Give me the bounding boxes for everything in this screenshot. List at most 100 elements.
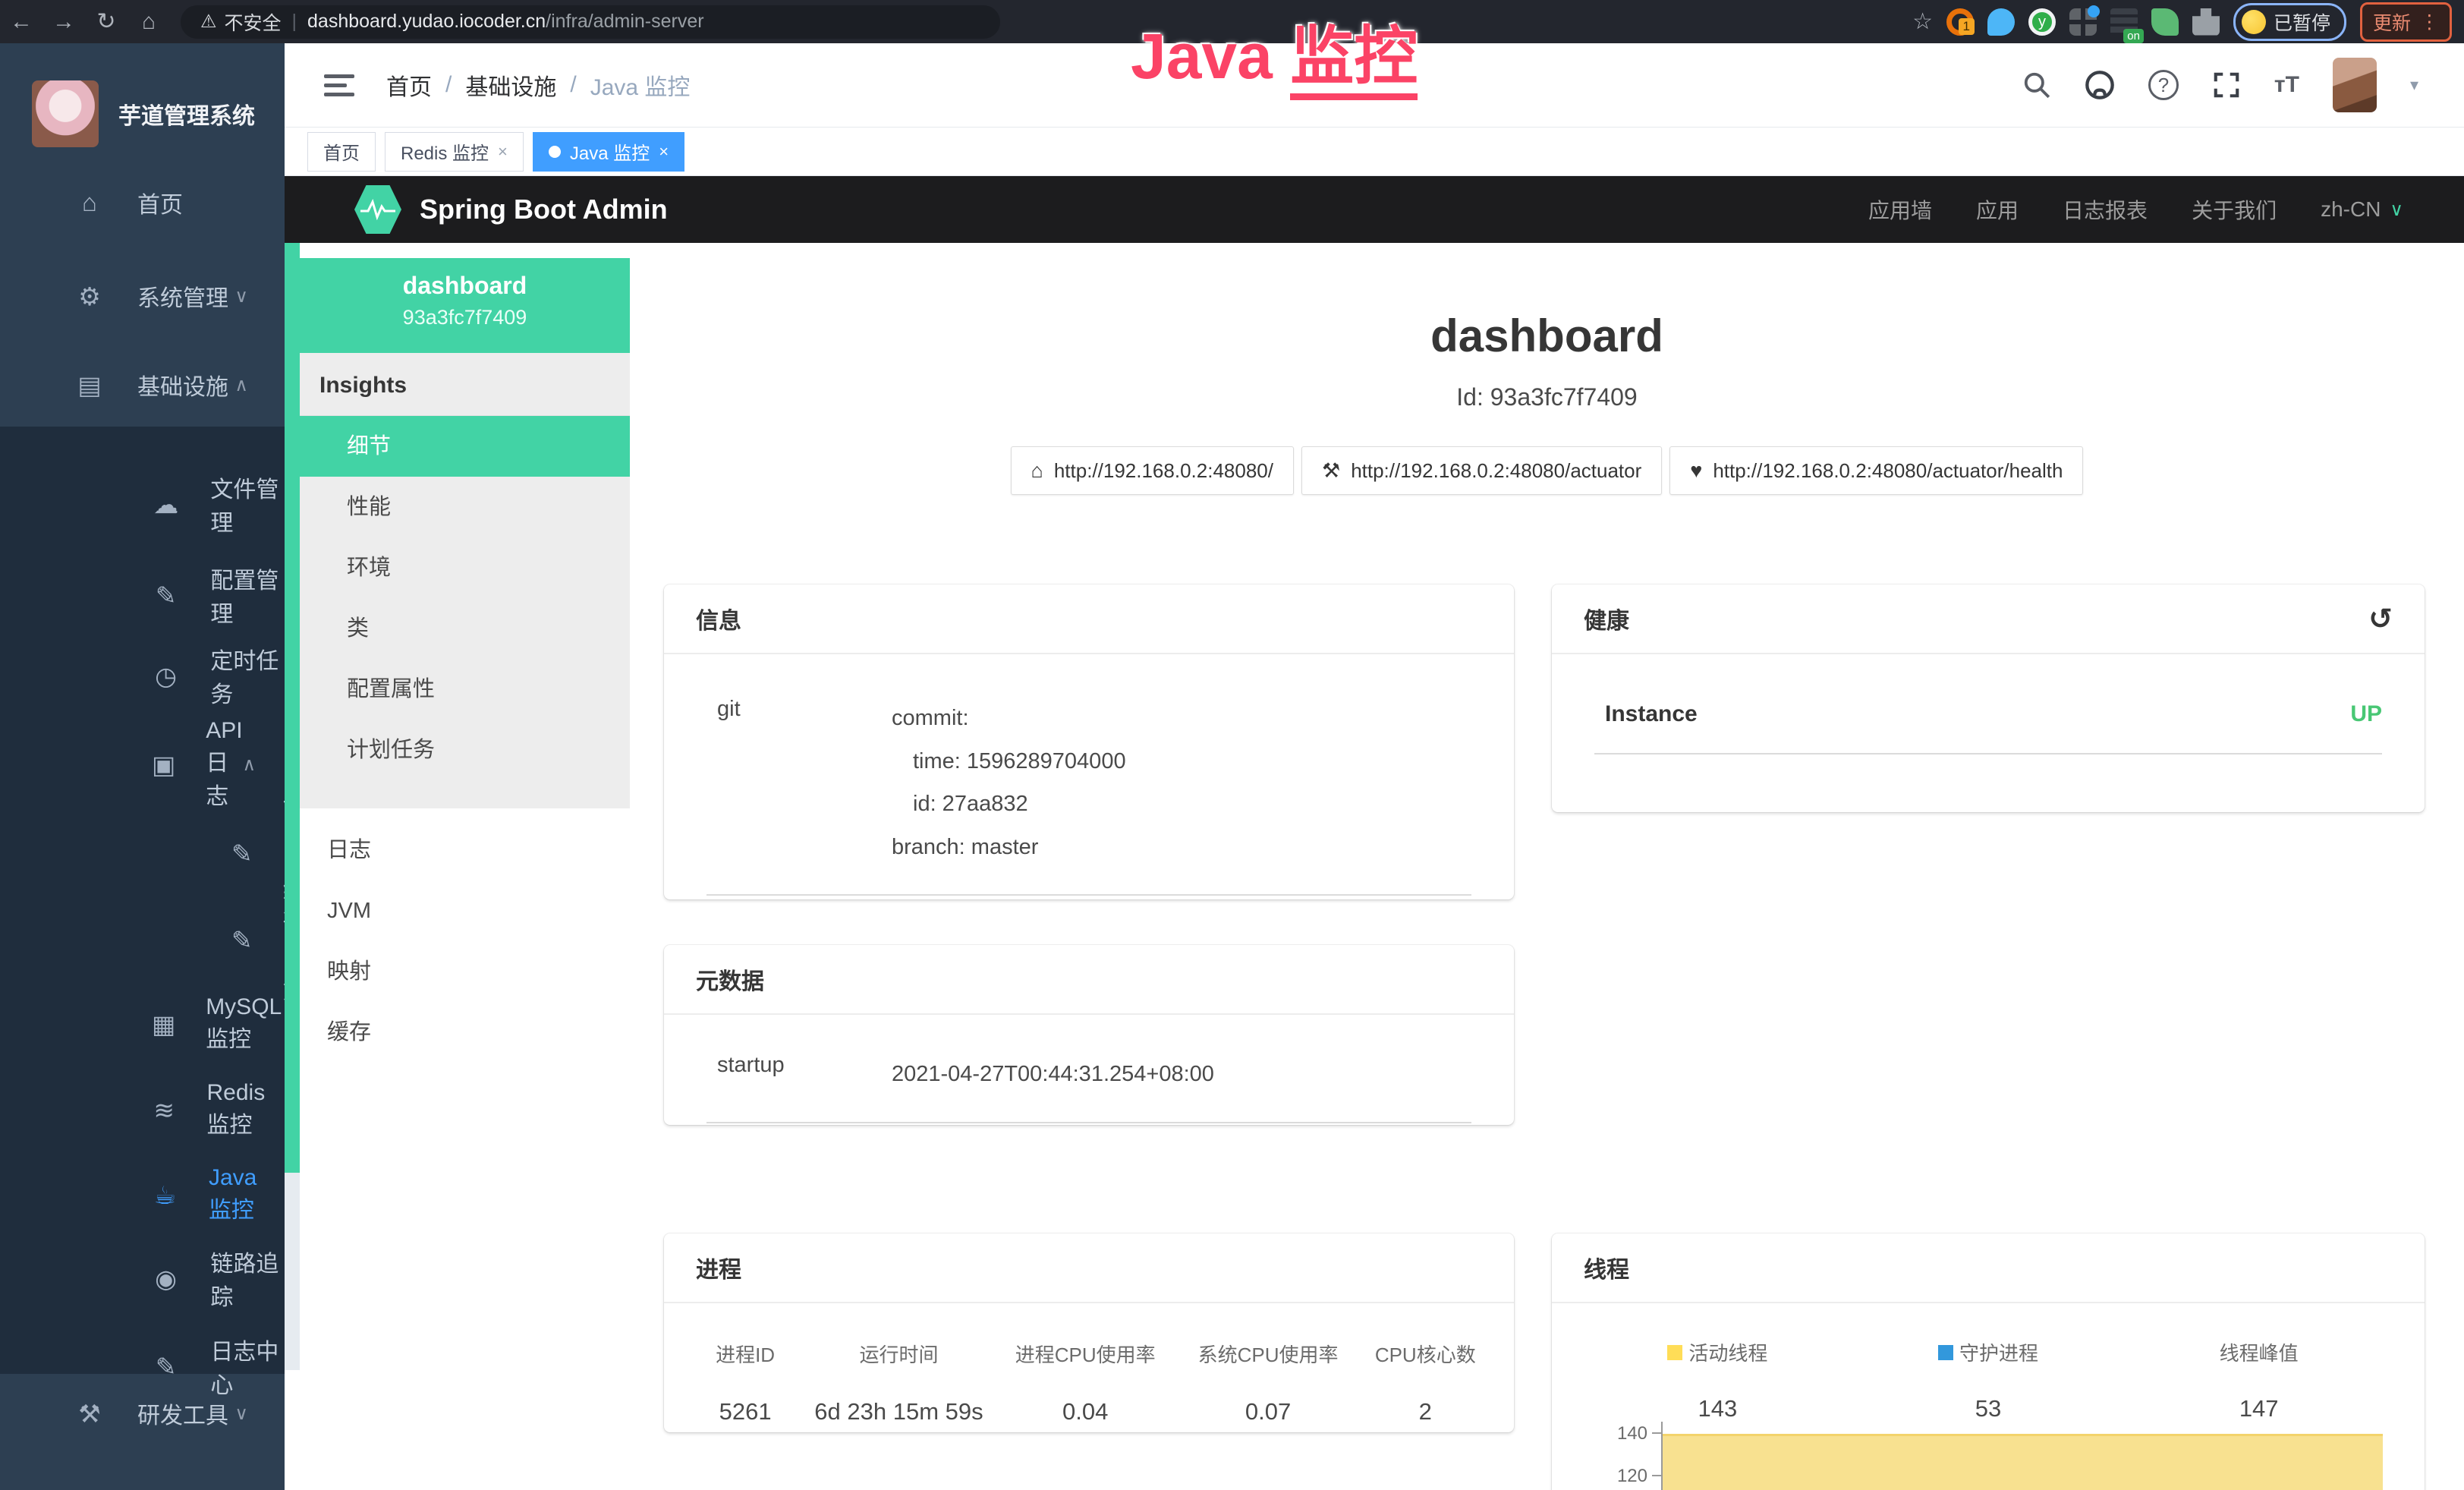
app-logo-row[interactable]: 芋道管理系统 xyxy=(0,65,285,163)
instance-menu-caches[interactable]: 缓存 xyxy=(300,1002,630,1063)
sidebar-item-home[interactable]: ⌂ 首页 xyxy=(0,165,285,241)
actuator-url: http://192.168.0.2:48080/actuator xyxy=(1351,459,1641,483)
breadcrumb-separator: / xyxy=(570,72,576,98)
sidebar-item-config-manage[interactable]: ✎ 配置管理 xyxy=(0,557,285,633)
breadcrumb-home[interactable]: 首页 xyxy=(386,68,432,102)
tab-label: 首页 xyxy=(323,138,360,165)
help-icon[interactable]: ? xyxy=(2148,70,2179,100)
search-icon[interactable] xyxy=(2022,71,2051,99)
browser-update-button[interactable]: 更新 ⋮ xyxy=(2360,2,2452,42)
extensions-puzzle-icon[interactable] xyxy=(2192,8,2220,36)
paused-label: 已暂停 xyxy=(2274,8,2330,36)
tab-redis-monitor[interactable]: Redis 监控 × xyxy=(385,132,524,172)
service-url-pill[interactable]: ⌂ http://192.168.0.2:48080/ xyxy=(1011,446,1294,495)
sidebar-item-scheduled-jobs[interactable]: ◷ 定时任务 xyxy=(0,638,285,713)
reload-icon[interactable]: ↻ xyxy=(85,8,127,35)
process-col-value: 6d 23h 15m 59s xyxy=(804,1398,994,1425)
sidebar-item-access-log[interactable]: ✎ 访问日志 xyxy=(0,815,285,891)
git-branch-line: branch: master xyxy=(892,826,1126,869)
main-column: 首页 / 基础设施 / Java 监控 ? ᴛT ▾ xyxy=(285,43,2464,1490)
divider xyxy=(706,1122,1471,1123)
not-secure-label[interactable]: 不安全 xyxy=(225,8,282,36)
user-avatar[interactable] xyxy=(2333,58,2377,112)
history-icon[interactable]: ↺ xyxy=(2368,602,2393,636)
eye-icon: ◉ xyxy=(152,1264,180,1293)
tab-home[interactable]: 首页 xyxy=(307,132,376,172)
sba-nav-journal[interactable]: 日志报表 xyxy=(2063,194,2148,225)
home-icon[interactable]: ⌂ xyxy=(127,9,170,35)
page: ← → ↻ ⌂ ⚠ 不安全 | dashboard.yudao.iocoder.… xyxy=(0,0,2464,1490)
sidebar-item-system[interactable]: ⚙ 系统管理 ∨ xyxy=(0,258,285,334)
insights-group-label: Insights xyxy=(300,353,630,416)
instance-sidebar-scrollbar[interactable] xyxy=(285,243,300,1490)
fullscreen-icon[interactable] xyxy=(2212,71,2241,99)
cloud-upload-icon: ☁ xyxy=(152,490,180,519)
sidebar-item-label: 首页 xyxy=(137,186,183,219)
spring-boot-admin-brand[interactable]: Spring Boot Admin xyxy=(420,194,668,225)
breadcrumb-infrastructure[interactable]: 基础设施 xyxy=(465,68,556,102)
sba-nav-about[interactable]: 关于我们 xyxy=(2192,194,2277,225)
instance-menu-logs[interactable]: 日志 xyxy=(300,820,630,880)
instance-menu-metrics[interactable]: 性能 xyxy=(300,477,630,537)
app-header: 首页 / 基础设施 / Java 监控 ? ᴛT ▾ xyxy=(285,43,2464,128)
extension-icon-green-circle[interactable]: y xyxy=(2028,8,2056,36)
instance-menu-mappings[interactable]: 映射 xyxy=(300,941,630,1002)
profile-avatar-emoji xyxy=(2242,10,2266,34)
instance-url-pills: ⌂ http://192.168.0.2:48080/ ⚒ http://192… xyxy=(630,446,2464,495)
sidebar-item-java-monitor[interactable]: ☕ Java 监控 xyxy=(0,1157,285,1233)
browser-menu-dots-icon[interactable]: ⋮ xyxy=(2420,11,2439,33)
instance-menu-jvm[interactable]: JVM xyxy=(300,880,630,941)
breadcrumb: 首页 / 基础设施 / Java 监控 xyxy=(386,68,690,102)
startup-key: startup xyxy=(717,1053,892,1096)
extension-icon-switch[interactable]: on xyxy=(2110,8,2138,36)
sidebar-item-label: Redis 监控 xyxy=(207,1080,285,1139)
back-icon[interactable]: ← xyxy=(0,9,42,35)
address-bar[interactable]: ⚠ 不安全 | dashboard.yudao.iocoder.cn/infra… xyxy=(181,5,1000,39)
sba-nav-wallboard[interactable]: 应用墙 xyxy=(1868,194,1932,225)
sidebar-item-error-log[interactable]: ✎ 错误日志 xyxy=(0,902,285,978)
actuator-url-pill[interactable]: ⚒ http://192.168.0.2:48080/actuator xyxy=(1301,446,1662,495)
health-instance-row[interactable]: Instance UP xyxy=(1552,654,2425,727)
close-icon[interactable]: × xyxy=(498,142,508,162)
instance-menu-details[interactable]: 细节 xyxy=(300,416,630,477)
extension-icon-pin[interactable] xyxy=(1987,8,2015,36)
sidebar-item-api-log[interactable]: ▣ API 日志 ∧ xyxy=(0,726,285,802)
hamburger-icon[interactable] xyxy=(324,69,354,102)
sba-nav-applications[interactable]: 应用 xyxy=(1976,194,2019,225)
divider xyxy=(1594,753,2382,754)
monitor-icon: ▤ xyxy=(72,370,107,400)
sidebar-item-dev-tools[interactable]: ⚒ 研发工具 ∨ xyxy=(0,1375,285,1451)
close-icon[interactable]: × xyxy=(659,142,669,162)
y-axis-tick: 120 xyxy=(1602,1466,1647,1487)
profile-paused-pill[interactable]: 已暂停 xyxy=(2233,3,2346,41)
forward-icon[interactable]: → xyxy=(42,9,85,35)
threads-stat-value: 147 xyxy=(2123,1395,2394,1422)
instance-header[interactable]: dashboard 93a3fc7f7409 xyxy=(300,258,630,353)
sidebar-item-label: 配置管理 xyxy=(210,562,285,628)
font-size-icon[interactable]: ᴛT xyxy=(2274,72,2299,98)
sidebar-item-infrastructure[interactable]: ▤ 基础设施 ∧ xyxy=(0,347,285,423)
sidebar-item-redis-monitor[interactable]: ≋ Redis 监控 xyxy=(0,1072,285,1148)
instance-menu-scheduled-tasks[interactable]: 计划任务 xyxy=(300,720,630,780)
tab-java-monitor[interactable]: Java 监控 × xyxy=(533,132,684,172)
threads-stats: 活动线程 143 守护进程 53 xyxy=(1552,1303,2425,1422)
sidebar-item-tracing[interactable]: ◉ 链路追踪 xyxy=(0,1240,285,1316)
status-badge: UP xyxy=(2350,701,2382,727)
sba-language-select[interactable]: zh-CN ∨ xyxy=(2321,197,2403,222)
bookmark-star-icon[interactable]: ☆ xyxy=(1912,8,1933,35)
instance-menu-classes[interactable]: 类 xyxy=(300,598,630,659)
instance-menu-config-props[interactable]: 配置属性 xyxy=(300,659,630,720)
sidebar-item-file-manage[interactable]: ☁ 文件管理 xyxy=(0,466,285,542)
sidebar-item-mysql-monitor[interactable]: ▦ MySQL 监控 xyxy=(0,986,285,1062)
user-menu-caret-icon[interactable]: ▾ xyxy=(2410,75,2418,95)
instance-menu-environment[interactable]: 环境 xyxy=(300,537,630,598)
log-icon: ▣ xyxy=(152,750,175,780)
extension-icon-leaf[interactable] xyxy=(2151,8,2179,36)
extension-icon-orange[interactable]: 1 xyxy=(1946,8,1974,36)
threads-stat-value: 53 xyxy=(1853,1395,2124,1422)
health-url-pill[interactable]: ♥ http://192.168.0.2:48080/actuator/heal… xyxy=(1669,446,2083,495)
github-icon[interactable] xyxy=(2085,70,2115,100)
extension-icon-grid[interactable] xyxy=(2069,8,2097,36)
database-icon: ▦ xyxy=(152,1010,175,1039)
scrollbar-thumb[interactable] xyxy=(285,243,300,1173)
